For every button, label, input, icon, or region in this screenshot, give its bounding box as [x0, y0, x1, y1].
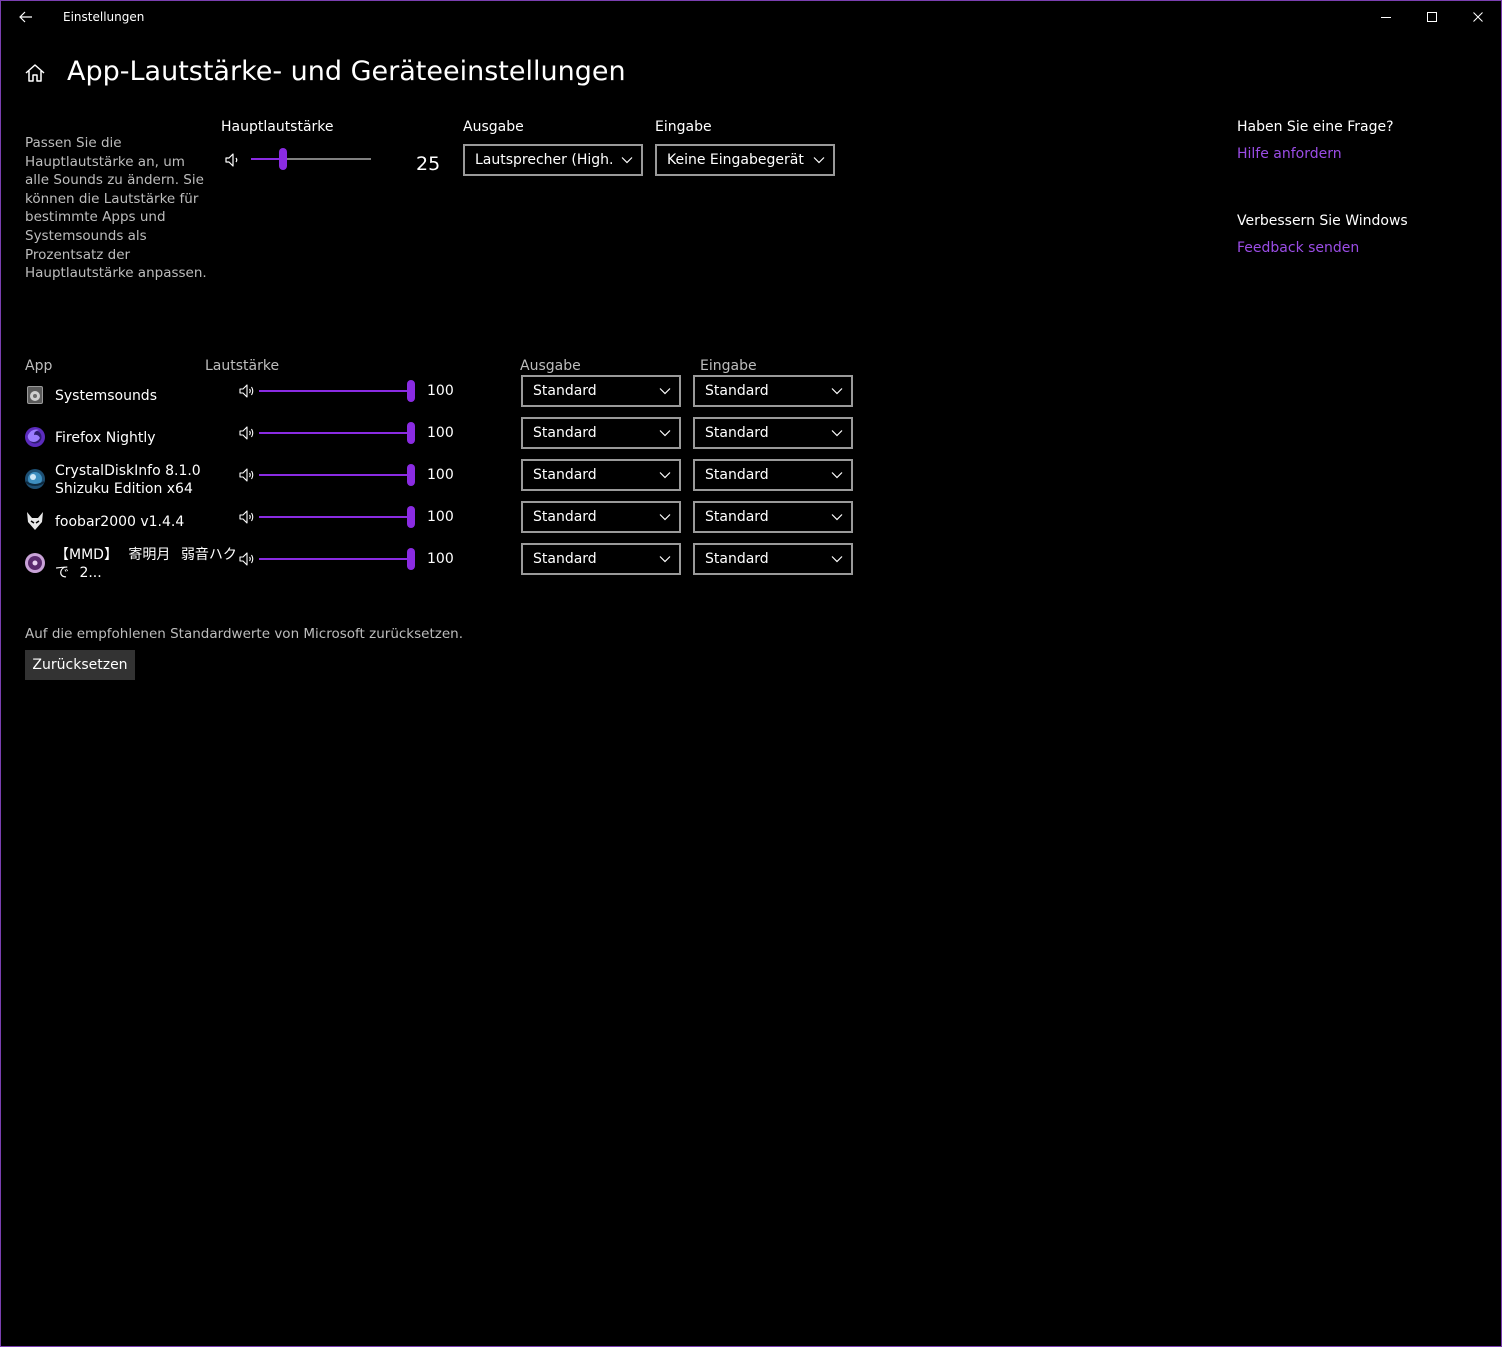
- firefox-nightly-icon: [24, 426, 46, 448]
- master-volume-track-empty: [283, 158, 371, 160]
- app-volume-track-filled: [259, 516, 411, 518]
- app-output-value: Standard: [533, 509, 597, 525]
- master-output-label: Ausgabe: [463, 119, 524, 135]
- app-volume-track-filled: [259, 558, 411, 560]
- chevron-down-icon: [651, 429, 679, 437]
- chevron-down-icon: [805, 156, 833, 164]
- master-volume-label: Hauptlautstärke: [221, 119, 334, 135]
- master-output-value: Lautsprecher (High...: [475, 152, 613, 168]
- app-output-dropdown[interactable]: Standard: [521, 459, 681, 491]
- help-question: Haben Sie eine Frage?: [1237, 119, 1394, 135]
- chevron-down-icon: [651, 471, 679, 479]
- app-input-value: Standard: [705, 467, 769, 483]
- foobar2000-icon: [24, 510, 46, 532]
- app-volume-thumb[interactable]: [407, 464, 415, 486]
- reset-description: Auf die empfohlenen Standardwerte von Mi…: [25, 626, 463, 642]
- app-volume-track-filled: [259, 432, 411, 434]
- chevron-down-icon: [823, 555, 851, 563]
- app-input-value: Standard: [705, 551, 769, 567]
- window-frame: [0, 0, 1502, 1347]
- master-volume-value: 25: [416, 153, 441, 175]
- app-output-dropdown[interactable]: Standard: [521, 417, 681, 449]
- app-volume-value: 100: [427, 383, 454, 399]
- app-input-value: Standard: [705, 383, 769, 399]
- chevron-down-icon: [823, 429, 851, 437]
- app-output-dropdown[interactable]: Standard: [521, 543, 681, 575]
- speaker-icon[interactable]: [238, 382, 256, 400]
- back-button[interactable]: [14, 6, 38, 28]
- app-volume-value: 100: [427, 551, 454, 567]
- app-output-dropdown[interactable]: Standard: [521, 375, 681, 407]
- close-icon: [1473, 12, 1483, 22]
- app-volume-value: 100: [427, 467, 454, 483]
- app-name: Firefox Nightly: [55, 430, 156, 446]
- header-input: Eingabe: [700, 358, 757, 374]
- app-name: 【MMD】 寄明月 弱音ハクで 2...: [55, 547, 237, 581]
- app-name: CrystalDiskInfo 8.1.0 Shizuku Edition x6…: [55, 463, 201, 497]
- help-link[interactable]: Hilfe anfordern: [1237, 146, 1342, 162]
- master-input-label: Eingabe: [655, 119, 712, 135]
- app-output-value: Standard: [533, 467, 597, 483]
- speaker-icon[interactable]: [238, 550, 256, 568]
- app-output-dropdown[interactable]: Standard: [521, 501, 681, 533]
- master-description: Passen Sie die Hauptlautstärke an, um al…: [25, 135, 207, 282]
- app-name: Systemsounds: [55, 388, 157, 404]
- maximize-icon: [1427, 12, 1437, 22]
- feedback-link[interactable]: Feedback senden: [1237, 240, 1359, 256]
- chevron-down-icon: [651, 387, 679, 395]
- master-speaker-icon[interactable]: [224, 151, 242, 169]
- app-output-value: Standard: [533, 383, 597, 399]
- crystaldiskinfo-icon: [24, 468, 46, 490]
- app-volume-thumb[interactable]: [407, 548, 415, 570]
- app-volume-value: 100: [427, 509, 454, 525]
- app-input-dropdown[interactable]: Standard: [693, 543, 853, 575]
- back-arrow-icon: [19, 11, 32, 23]
- app-input-dropdown[interactable]: Standard: [693, 501, 853, 533]
- window-title: Einstellungen: [63, 10, 145, 24]
- close-button[interactable]: [1466, 6, 1490, 28]
- app-volume-track-filled: [259, 474, 411, 476]
- master-volume-thumb[interactable]: [279, 148, 287, 170]
- speaker-icon[interactable]: [238, 466, 256, 484]
- app-input-dropdown[interactable]: Standard: [693, 417, 853, 449]
- master-output-dropdown[interactable]: Lautsprecher (High...: [463, 144, 643, 176]
- improve-windows: Verbessern Sie Windows: [1237, 213, 1408, 229]
- home-button[interactable]: [24, 62, 46, 84]
- home-icon: [25, 64, 45, 82]
- app-volume-value: 100: [427, 425, 454, 441]
- chevron-down-icon: [823, 513, 851, 521]
- app-volume-thumb[interactable]: [407, 380, 415, 402]
- app-volume-thumb[interactable]: [407, 422, 415, 444]
- chevron-down-icon: [613, 156, 641, 164]
- app-input-dropdown[interactable]: Standard: [693, 375, 853, 407]
- header-volume: Lautstärke: [205, 358, 280, 374]
- app-output-value: Standard: [533, 551, 597, 567]
- speaker-icon[interactable]: [238, 424, 256, 442]
- app-volume-thumb[interactable]: [407, 506, 415, 528]
- master-input-dropdown[interactable]: Keine Eingabegerät...: [655, 144, 835, 176]
- media-player-icon: [24, 552, 46, 574]
- chevron-down-icon: [651, 555, 679, 563]
- reset-button[interactable]: Zurücksetzen: [25, 650, 135, 680]
- chevron-down-icon: [823, 471, 851, 479]
- page-title: App-Lautstärke- und Geräteeinstellungen: [67, 56, 626, 87]
- minimize-icon: [1381, 17, 1391, 18]
- app-name: foobar2000 v1.4.4: [55, 514, 185, 530]
- master-input-value: Keine Eingabegerät...: [667, 152, 805, 168]
- minimize-button[interactable]: [1374, 6, 1398, 28]
- header-app: App: [25, 358, 53, 374]
- app-input-dropdown[interactable]: Standard: [693, 459, 853, 491]
- app-input-value: Standard: [705, 509, 769, 525]
- system-sounds-icon: [25, 385, 45, 405]
- maximize-button[interactable]: [1420, 6, 1444, 28]
- app-input-value: Standard: [705, 425, 769, 441]
- chevron-down-icon: [651, 513, 679, 521]
- app-volume-track-filled: [259, 390, 411, 392]
- chevron-down-icon: [823, 387, 851, 395]
- app-output-value: Standard: [533, 425, 597, 441]
- speaker-icon[interactable]: [238, 508, 256, 526]
- header-output: Ausgabe: [520, 358, 581, 374]
